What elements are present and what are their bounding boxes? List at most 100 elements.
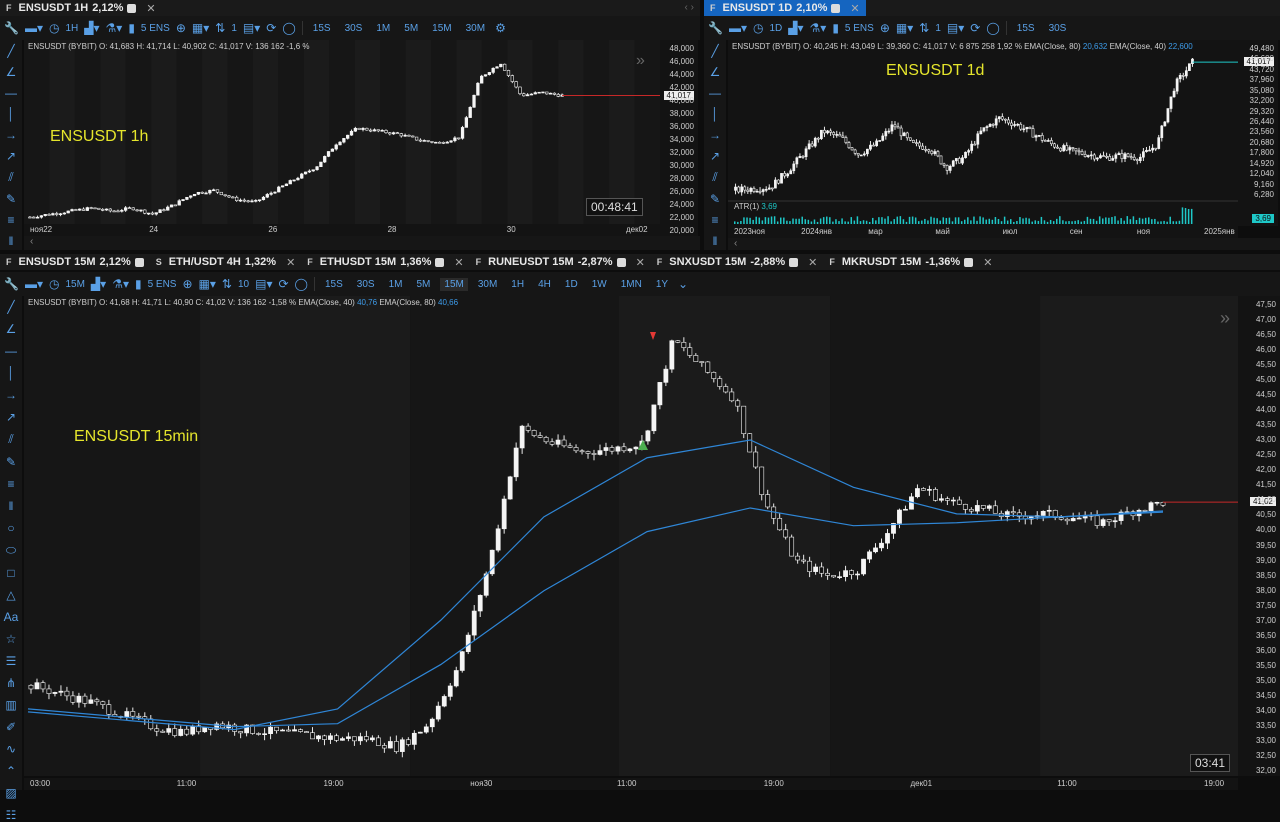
tf-30s[interactable]: 30S [1045,22,1071,35]
pause-icon[interactable]: ‖ [713,234,718,248]
tf-1w[interactable]: 1W [588,278,611,291]
expand-icon[interactable]: » [1220,308,1230,329]
indicator-icon[interactable]: ⚗▾ [810,21,827,35]
chart-type-icon[interactable]: ▟▾ [91,277,106,291]
gann-tool-icon[interactable]: ☰ [6,654,17,668]
tab-ethusdt-15m[interactable]: F ETHUSDT 15M 1,36% ✕ [301,254,469,270]
pencil-tool-icon[interactable]: ✎ [710,192,720,206]
list-tool-icon[interactable]: ☷ [6,808,17,822]
tf-30s[interactable]: 30S [353,278,379,291]
pencil-tool-icon[interactable]: ✎ [6,192,16,206]
ray-tool-icon[interactable]: → [709,128,721,142]
zoom-icon[interactable]: ⊕ [176,21,186,35]
tab-ensusdt-1d[interactable]: F ENSUSDT 1D 2,10% ✕ [704,0,866,16]
grid-icon[interactable]: ▦▾ [199,277,216,291]
sort-icon[interactable]: ⇅ [919,21,929,35]
wave-tool-icon[interactable]: ∿ [6,742,16,756]
tf-30m[interactable]: 30M [474,278,501,291]
fib-tool-icon[interactable]: ≡ [711,213,718,227]
tf-1d[interactable]: 1D [561,278,582,291]
tf-1y[interactable]: 1Y [652,278,672,291]
zoom-icon[interactable]: ⊕ [880,21,890,35]
angle-tool-icon[interactable]: ∠ [710,65,721,79]
count-select[interactable]: 1 [231,23,237,34]
bars-tool-icon[interactable]: ▥ [5,698,16,712]
tab-nav-arrows-icon[interactable]: ‹ › [685,2,694,13]
tf-30s[interactable]: 30S [341,22,367,35]
pin-icon[interactable]: ◯ [295,277,308,291]
close-icon[interactable]: ✕ [286,256,295,269]
gear-icon[interactable]: ⚙ [495,21,506,35]
panel2-chart[interactable]: ENSUSDT (BYBIT) O: 40,245 H: 43,049 L: 3… [728,40,1238,226]
tf-15m[interactable]: 15M [428,22,455,35]
ray-tool-icon[interactable]: → [5,388,17,402]
sort-icon[interactable]: ⇅ [215,21,225,35]
calendar-icon[interactable]: ▤▾ [255,277,272,291]
tab-runeusdt-15m[interactable]: F RUNEUSDT 15M -2,87% ✕ [470,254,651,270]
sort-icon[interactable]: ⇅ [222,277,232,291]
fib-tool-icon[interactable]: ≡ [7,477,14,491]
panel3-x-axis[interactable]: 03:00 11:00 19:00 ноя30 11:00 19:00 дек01 11:00… [24,778,1238,790]
line-tool-icon[interactable]: ╱ [711,44,718,58]
pause-icon[interactable]: ‖ [9,499,14,513]
vline-tool-icon[interactable]: │ [7,366,15,380]
vline-tool-icon[interactable]: │ [7,107,15,121]
panel1-x-axis[interactable]: ноя22 24 26 28 30 дек02 [24,224,660,236]
panel1-chart[interactable]: ENSUSDT (BYBIT) O: 41,683 H: 41,714 L: 4… [24,40,660,236]
tf-5m[interactable]: 5M [412,278,434,291]
circle-tool-icon[interactable]: ○ [7,521,14,535]
angle-tool-icon[interactable]: ∠ [6,322,17,336]
panel3-chart[interactable]: ENSUSDT (BYBIT) O: 41,68 H: 41,71 L: 40,… [24,296,1238,776]
tab-eth-usdt-4h[interactable]: S ETH/USDT 4H 1,32% ✕ [150,254,302,270]
channel-tool-icon[interactable]: ⫽ [8,432,13,447]
wrench-icon[interactable]: 🔧 [4,277,19,291]
tab-edit-icon[interactable] [435,257,445,267]
clock-icon[interactable]: ◷ [49,277,59,291]
chevron-down-icon[interactable]: ⌄ [678,277,688,291]
panel2-x-axis[interactable]: 2023ноя 2024янв мар май июл сен ноя 2025янв [728,226,1238,238]
tab-snxusdt-15m[interactable]: F SNXUSDT 15M -2,88% ✕ [651,254,824,270]
refresh-icon[interactable]: ⟳ [970,21,980,35]
panel2-scrollbar[interactable]: ‹ [728,238,1280,250]
hline-tool-icon[interactable]: — [5,86,17,100]
text-tool-icon[interactable]: Aa [4,610,19,624]
channel-tool-icon[interactable]: ⫽ [8,170,13,185]
folder-icon[interactable]: ▬▾ [729,21,747,35]
close-icon[interactable]: ✕ [636,256,645,269]
symbol-select[interactable]: 5 ENS [148,279,177,290]
clock-icon[interactable]: ◷ [49,21,59,35]
close-icon[interactable]: ✕ [146,2,155,15]
tab-ensusdt-15m[interactable]: F ENSUSDT 15M 2,12% [0,254,150,270]
pin-icon[interactable]: ◯ [986,21,999,35]
interval-select[interactable]: 15M [65,279,84,290]
clock-icon[interactable]: ◷ [753,21,763,35]
count-select[interactable]: 10 [238,279,249,290]
folder-icon[interactable]: ▬▾ [25,21,43,35]
hline-tool-icon[interactable]: — [5,344,17,358]
rectangle-tool-icon[interactable]: □ [7,566,14,580]
tf-1mn[interactable]: 1MN [617,278,646,291]
chart-type-icon[interactable]: ▟▾ [788,21,803,35]
pin-icon[interactable]: ◯ [282,21,295,35]
tf-5m[interactable]: 5M [400,22,422,35]
tf-15m[interactable]: 15M [440,277,468,291]
close-icon[interactable]: ✕ [850,2,859,15]
tf-15s[interactable]: 15S [321,278,347,291]
line-tool-icon[interactable]: ╱ [7,300,14,314]
brush-tool-icon[interactable]: ✐ [6,720,16,734]
interval-select[interactable]: 1D [769,23,782,34]
chart-type-icon[interactable]: ▟▾ [84,21,99,35]
folder-icon[interactable]: ▬▾ [25,277,43,291]
wrench-icon[interactable]: 🔧 [708,21,723,35]
vline-tool-icon[interactable]: │ [711,107,719,121]
arrow-tool-icon[interactable]: ↗ [6,410,16,424]
panel1-y-axis[interactable]: 41,017 48,000 46,000 44,000 42,000 40,000 38,… [660,40,698,236]
close-icon[interactable]: ✕ [454,256,463,269]
tf-15s[interactable]: 15S [309,22,335,35]
star-tool-icon[interactable]: ☆ [6,632,17,646]
path-tool-icon[interactable]: ⌃ [6,764,16,778]
tab-edit-icon[interactable] [616,257,626,267]
ruler-tool-icon[interactable]: ▨ [5,786,16,800]
grid-icon[interactable]: ▦▾ [896,21,913,35]
grid-icon[interactable]: ▦▾ [192,21,209,35]
